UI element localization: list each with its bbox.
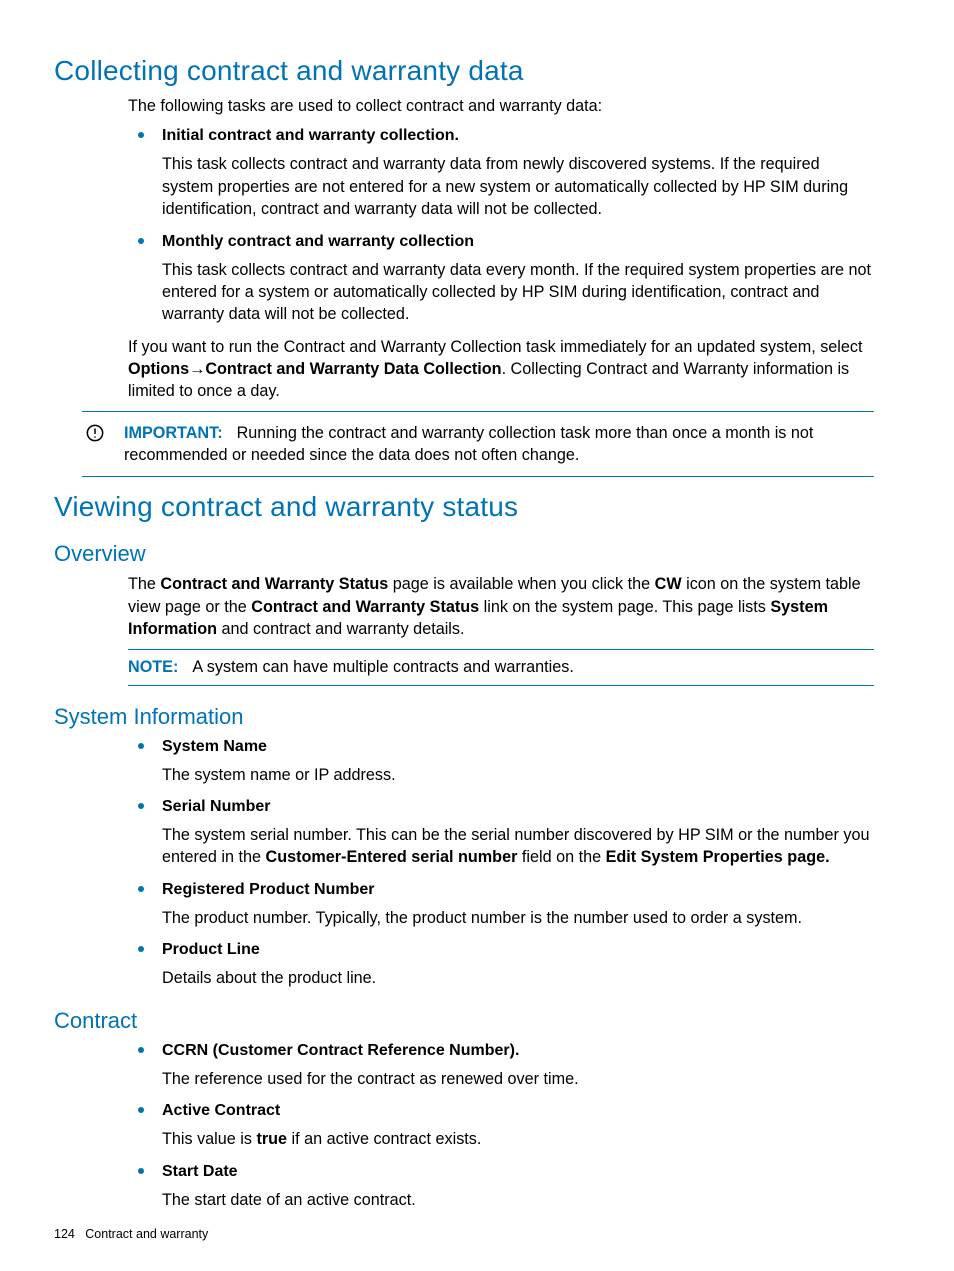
text-fragment: link on the system page. This page lists (479, 598, 770, 616)
list-item: Registered Product Number The product nu… (128, 879, 874, 929)
text-fragment: If you want to run the Contract and Warr… (128, 338, 862, 356)
section1-bullets: Initial contract and warranty collection… (128, 125, 874, 325)
text-bold: Customer-Entered serial number (266, 848, 518, 866)
section1-intro: The following tasks are used to collect … (128, 95, 874, 117)
text-fragment: field on the (517, 848, 605, 866)
heading-viewing: Viewing contract and warranty status (54, 491, 874, 523)
text-fragment: if an active contract exists. (287, 1130, 481, 1148)
list-item: CCRN (Customer Contract Reference Number… (128, 1040, 874, 1090)
heading-overview: Overview (54, 541, 874, 567)
bullet-title: CCRN (Customer Contract Reference Number… (162, 1040, 874, 1062)
page-number: 124 (54, 1227, 75, 1241)
important-text: IMPORTANT:Running the contract and warra… (124, 422, 874, 467)
text-fragment: and contract and warranty details. (217, 620, 464, 638)
bullet-title: System Name (162, 736, 874, 758)
text-bold: Contract and Warranty Status (251, 598, 479, 616)
bullet-title: Initial contract and warranty collection… (162, 125, 874, 147)
text-bold: Options (128, 360, 189, 378)
bullet-title: Serial Number (162, 796, 874, 818)
text-bold: Contract and Warranty Status (160, 575, 388, 593)
list-item: Initial contract and warranty collection… (128, 125, 874, 220)
sysinfo-body: System Name The system name or IP addres… (128, 736, 874, 990)
bullet-desc: The reference used for the contract as r… (162, 1068, 874, 1090)
list-item: Active Contract This value is true if an… (128, 1100, 874, 1150)
text-bold: CW (655, 575, 682, 593)
bullet-desc: This task collects contract and warranty… (162, 259, 874, 326)
bullet-title: Product Line (162, 939, 874, 961)
overview-body: The Contract and Warranty Status page is… (128, 573, 874, 640)
bullet-title: Start Date (162, 1161, 874, 1183)
contract-bullets: CCRN (Customer Contract Reference Number… (128, 1040, 874, 1211)
text-bold: Edit System Properties page. (606, 848, 830, 866)
bullet-title: Monthly contract and warranty collection (162, 231, 874, 253)
note-body: A system can have multiple contracts and… (192, 658, 573, 676)
sysinfo-bullets: System Name The system name or IP addres… (128, 736, 874, 990)
heading-system-information: System Information (54, 704, 874, 730)
bullet-desc: Details about the product line. (162, 967, 874, 989)
bullet-desc: This task collects contract and warranty… (162, 153, 874, 220)
text-fragment: The (128, 575, 160, 593)
important-callout: IMPORTANT:Running the contract and warra… (82, 411, 874, 478)
bullet-desc: The start date of an active contract. (162, 1189, 874, 1211)
list-item: System Name The system name or IP addres… (128, 736, 874, 786)
important-icon (82, 422, 124, 448)
text-fragment: page is available when you click the (388, 575, 654, 593)
document-page: Collecting contract and warranty data Th… (0, 0, 954, 1271)
text-bold: Contract and Warranty Data Collection (205, 360, 501, 378)
note-callout: NOTE: A system can have multiple contract… (128, 649, 874, 686)
list-item: Serial Number The system serial number. … (128, 796, 874, 869)
arrow-icon: → (189, 360, 205, 378)
heading-contract: Contract (54, 1008, 874, 1034)
page-footer: 124 Contract and warranty (54, 1227, 208, 1241)
section1-closing: If you want to run the Contract and Warr… (128, 336, 874, 403)
footer-chapter: Contract and warranty (85, 1227, 208, 1241)
text-fragment: This value is (162, 1130, 256, 1148)
bullet-title: Active Contract (162, 1100, 874, 1122)
bullet-desc: This value is true if an active contract… (162, 1128, 874, 1150)
list-item: Product Line Details about the product l… (128, 939, 874, 989)
important-label: IMPORTANT: (124, 424, 223, 442)
list-item: Monthly contract and warranty collection… (128, 231, 874, 326)
contract-body: CCRN (Customer Contract Reference Number… (128, 1040, 874, 1211)
overview-paragraph: The Contract and Warranty Status page is… (128, 573, 874, 640)
bullet-desc: The product number. Typically, the produ… (162, 907, 874, 929)
bullet-desc: The system name or IP address. (162, 764, 874, 786)
bullet-desc: The system serial number. This can be th… (162, 824, 874, 869)
note-label: NOTE: (128, 658, 178, 676)
text-bold: true (256, 1130, 287, 1148)
important-body: Running the contract and warranty collec… (124, 424, 813, 464)
section1-body: The following tasks are used to collect … (128, 95, 874, 403)
heading-collecting: Collecting contract and warranty data (54, 55, 874, 87)
list-item: Start Date The start date of an active c… (128, 1161, 874, 1211)
bullet-title: Registered Product Number (162, 879, 874, 901)
